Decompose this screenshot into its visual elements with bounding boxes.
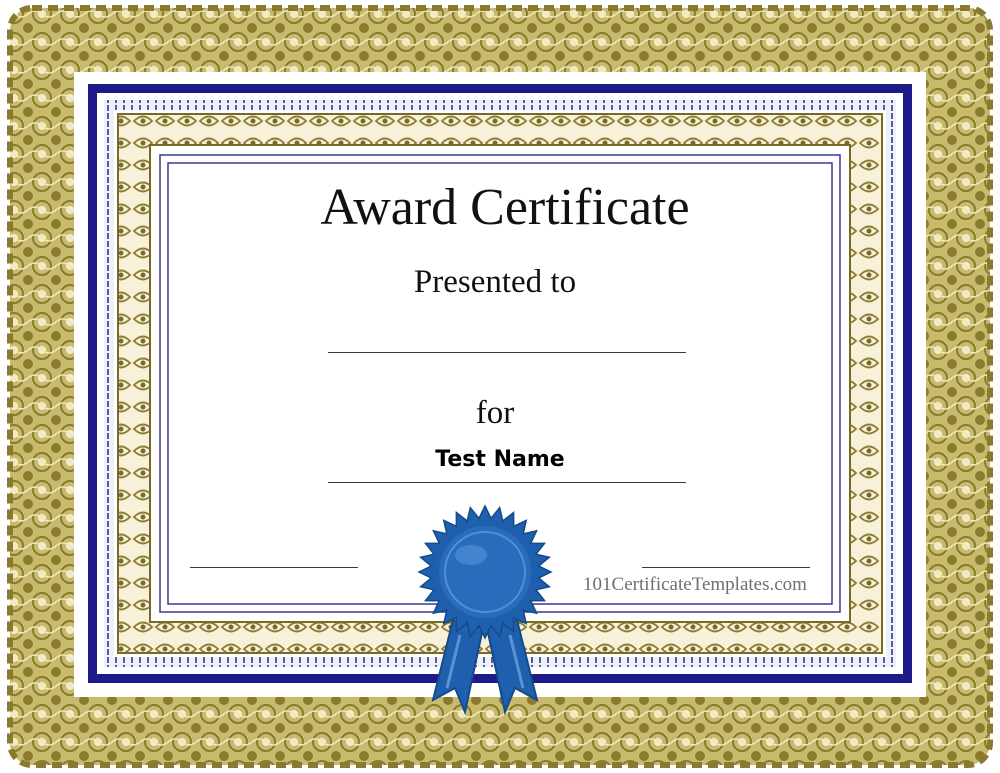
- recipient-name[interactable]: Test Name: [340, 446, 660, 474]
- signature-line-left: [190, 567, 358, 568]
- signature-line-right: [642, 567, 810, 568]
- reason-line: [328, 482, 686, 483]
- award-rosette-icon: [417, 504, 553, 716]
- presented-to-label: Presented to: [413, 264, 577, 300]
- recipient-line: [328, 352, 686, 353]
- certificate-title: Award Certificate: [320, 179, 690, 236]
- watermark-text: 101CertificateTemplates.com: [583, 574, 807, 595]
- for-label: for: [475, 395, 515, 431]
